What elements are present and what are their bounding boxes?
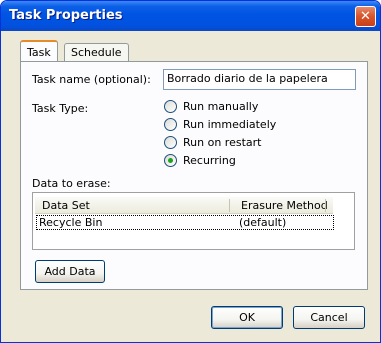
close-icon: ✕ [360, 9, 371, 24]
column-header-erasure-method[interactable]: Erasure Method [241, 199, 328, 212]
radio-button-selected[interactable] [164, 154, 177, 167]
data-to-erase-label: Data to erase: [32, 177, 111, 190]
title-bar: Task Properties ✕ [1, 1, 380, 31]
tab-task-label: Task [27, 46, 51, 59]
cell-erasure-method: (default) [239, 216, 287, 229]
radio-run-immediately-label: Run immediately [183, 118, 277, 131]
radio-button[interactable] [164, 118, 177, 131]
ok-label: OK [239, 311, 255, 324]
column-separator[interactable] [325, 199, 326, 212]
tab-task[interactable]: Task [20, 40, 58, 63]
tab-schedule-label: Schedule [71, 46, 122, 59]
radio-run-on-restart[interactable]: Run on restart [164, 136, 261, 149]
radio-button[interactable] [164, 136, 177, 149]
task-name-field[interactable]: Borrado diario de la papelera [163, 69, 356, 90]
radio-recurring[interactable]: Recurring [164, 154, 236, 167]
close-button[interactable]: ✕ [355, 6, 376, 27]
ok-button[interactable]: OK [211, 306, 283, 329]
task-panel [20, 61, 368, 290]
radio-run-manually[interactable]: Run manually [164, 100, 258, 113]
list-header: Data Set Erasure Method [35, 197, 333, 214]
cancel-button[interactable]: Cancel [293, 306, 365, 329]
radio-run-manually-label: Run manually [183, 100, 259, 113]
table-row[interactable]: Recycle Bin (default) [36, 215, 334, 230]
radio-recurring-label: Recurring [183, 154, 236, 167]
radio-button[interactable] [164, 100, 177, 113]
cell-data-set: Recycle Bin [39, 216, 103, 229]
add-data-button[interactable]: Add Data [35, 260, 105, 283]
add-data-label: Add Data [44, 265, 96, 278]
tab-schedule[interactable]: Schedule [64, 43, 129, 61]
task-type-label: Task Type: [32, 102, 89, 115]
column-header-data-set[interactable]: Data Set [42, 199, 90, 212]
task-properties-dialog: Task Properties ✕ Task Schedule Task nam… [0, 0, 381, 343]
radio-run-on-restart-label: Run on restart [183, 136, 262, 149]
task-name-label: Task name (optional): [32, 73, 151, 86]
radio-run-immediately[interactable]: Run immediately [164, 118, 276, 131]
window-title: Task Properties [9, 8, 123, 23]
column-separator[interactable] [229, 199, 230, 212]
cancel-label: Cancel [310, 311, 348, 324]
